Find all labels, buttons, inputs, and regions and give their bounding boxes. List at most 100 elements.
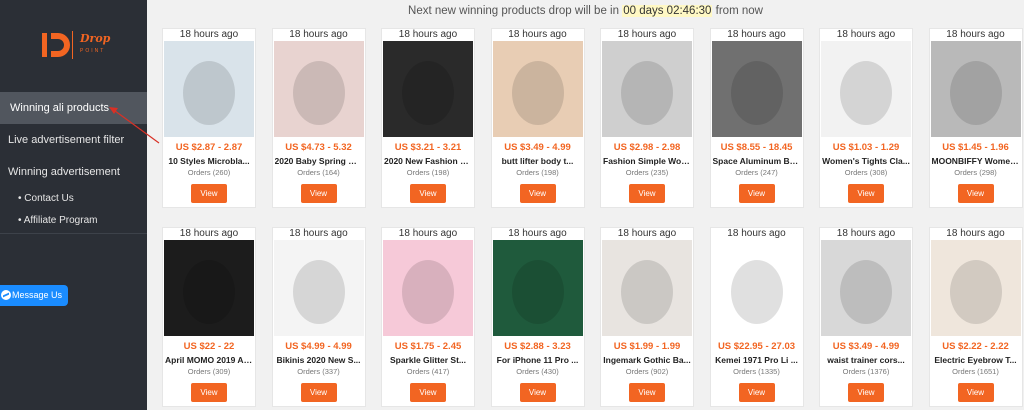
- product-price: US $22.95 - 27.03: [717, 341, 796, 352]
- product-photo-placeholder: [402, 61, 454, 125]
- product-card[interactable]: 18 hours ago US $1.45 - 1.96 MOONBIFFY Wom…: [928, 28, 1023, 208]
- product-photo-placeholder: [621, 61, 673, 125]
- phone-lanyard-image[interactable]: [383, 240, 473, 336]
- product-age: 18 hours ago: [179, 29, 239, 40]
- product-price: US $2.98 - 2.98: [613, 142, 681, 153]
- product-price: US $4.99 - 4.99: [285, 341, 352, 352]
- view-button[interactable]: View: [191, 383, 227, 402]
- view-button[interactable]: View: [629, 383, 665, 402]
- product-price: US $22 - 22: [183, 341, 235, 352]
- product-age: 18 hours ago: [836, 29, 896, 40]
- product-card[interactable]: 18 hours ago US $22 - 22 April MOMO 2019 A…: [162, 227, 256, 407]
- jacket-image[interactable]: [164, 240, 254, 336]
- product-card[interactable]: 18 hours ago US $3.21 - 3.21 2020 New Fash…: [381, 28, 475, 208]
- logo-mark-icon: [40, 30, 74, 60]
- product-price: US $1.45 - 1.96: [942, 142, 1009, 153]
- product-card[interactable]: 18 hours ago US $2.87 - 2.87 10 Styles Mic…: [162, 28, 256, 208]
- product-age: 18 hours ago: [508, 228, 567, 239]
- countdown-banner: Next new winning products drop will be i…: [147, 0, 1024, 22]
- product-card[interactable]: 18 hours ago US $22.95 - 27.03 Kemei 1971 …: [709, 227, 804, 407]
- product-card[interactable]: 18 hours ago US $1.99 - 1.99 Ingemark Goth…: [600, 227, 694, 407]
- view-button[interactable]: View: [957, 184, 994, 203]
- product-orders: Orders (902): [625, 367, 669, 376]
- nav-contact-us[interactable]: • Contact Us: [18, 193, 74, 204]
- product-orders: Orders (164): [297, 168, 340, 177]
- view-button[interactable]: View: [519, 184, 556, 203]
- product-orders: Orders (260): [187, 168, 231, 177]
- view-button[interactable]: View: [629, 184, 665, 203]
- product-orders: Orders (247): [735, 168, 778, 177]
- view-button[interactable]: View: [191, 184, 227, 203]
- view-button[interactable]: View: [738, 383, 775, 402]
- body-shaper-image[interactable]: [492, 41, 583, 137]
- knee-pad-image[interactable]: [383, 41, 473, 137]
- brand-logo[interactable]: Drop POINT: [40, 28, 110, 62]
- product-age: 18 hours ago: [398, 228, 458, 239]
- view-button[interactable]: View: [519, 383, 556, 402]
- product-photo-placeholder: [949, 260, 1002, 324]
- countdown-suffix: from now: [715, 5, 763, 17]
- eyebrow-trimmer-image[interactable]: [930, 240, 1021, 336]
- view-button[interactable]: View: [300, 184, 337, 203]
- phone-case-image[interactable]: [492, 240, 583, 336]
- shower-shelf-image[interactable]: [711, 41, 802, 137]
- view-button[interactable]: View: [738, 184, 775, 203]
- tights-image[interactable]: [821, 41, 911, 137]
- product-orders: Orders (198): [406, 168, 450, 177]
- sidebar-divider: [0, 233, 147, 234]
- product-orders: Orders (309): [187, 367, 231, 376]
- waist-trainer-image[interactable]: [821, 240, 911, 336]
- product-photo-placeholder: [730, 260, 783, 324]
- product-card[interactable]: 18 hours ago US $3.49 - 4.99 waist trainer…: [819, 227, 913, 407]
- product-photo-placeholder: [292, 61, 345, 125]
- countdown-timer: 00 days 02:46:30: [622, 5, 713, 17]
- product-title: April MOMO 2019 Au...: [165, 355, 253, 365]
- product-card[interactable]: 18 hours ago US $1.03 - 1.29 Women's Tight…: [819, 28, 913, 208]
- watch-image[interactable]: [602, 41, 692, 137]
- trimmer-image[interactable]: [711, 240, 802, 336]
- product-age: 18 hours ago: [398, 29, 458, 40]
- mesh-watch-image[interactable]: [930, 41, 1021, 137]
- necklace-image[interactable]: [602, 240, 692, 336]
- product-price: US $2.87 - 2.87: [175, 142, 243, 153]
- product-age: 18 hours ago: [836, 228, 896, 239]
- messenger-icon: [1, 290, 11, 300]
- view-button[interactable]: View: [957, 383, 994, 402]
- product-card[interactable]: 18 hours ago US $4.73 - 5.32 2020 Baby Spr…: [271, 28, 366, 208]
- nav-affiliate-program[interactable]: • Affiliate Program: [18, 215, 97, 226]
- product-title: waist trainer cors...: [827, 355, 905, 365]
- product-card[interactable]: 18 hours ago US $2.98 - 2.98 Fashion Simpl…: [600, 28, 694, 208]
- view-button[interactable]: View: [848, 383, 884, 402]
- product-price: US $4.73 - 5.32: [285, 142, 352, 153]
- product-title: Bikinis 2020 New S...: [276, 355, 361, 365]
- nav-contact-us-label: Contact Us: [24, 193, 74, 204]
- eyebrow-stencil-image[interactable]: [164, 41, 254, 137]
- product-photo-placeholder: [840, 260, 892, 324]
- product-title: Electric Eyebrow T...: [934, 355, 1017, 365]
- view-button[interactable]: View: [848, 184, 884, 203]
- messenger-button[interactable]: Message Us: [0, 285, 68, 306]
- product-photo-placeholder: [730, 61, 783, 125]
- product-card[interactable]: 18 hours ago US $8.55 - 18.45 Space Alumin…: [709, 28, 804, 208]
- nav-winning-advertisement[interactable]: Winning advertisement: [8, 166, 120, 178]
- product-card[interactable]: 18 hours ago US $4.99 - 4.99 Bikinis 2020 …: [271, 227, 366, 407]
- product-price: US $3.49 - 4.99: [504, 142, 571, 153]
- view-button[interactable]: View: [410, 184, 446, 203]
- product-card[interactable]: 18 hours ago US $2.88 - 3.23 For iPhone 11…: [490, 227, 585, 407]
- nav-affiliate-program-label: Affiliate Program: [23, 215, 98, 226]
- product-age: 18 hours ago: [946, 228, 1005, 239]
- product-age: 18 hours ago: [289, 29, 348, 40]
- product-card[interactable]: 18 hours ago US $1.75 - 2.45 Sparkle Glitt…: [381, 227, 475, 407]
- baby-clothes-image[interactable]: [273, 41, 364, 137]
- view-button[interactable]: View: [410, 383, 446, 402]
- product-title: Space Aluminum Bat...: [712, 156, 801, 166]
- product-photo-placeholder: [840, 61, 892, 125]
- product-card[interactable]: 18 hours ago US $3.49 - 4.99 butt lifter b…: [490, 28, 585, 208]
- view-button[interactable]: View: [300, 383, 337, 402]
- product-price: US $3.49 - 4.99: [832, 341, 900, 352]
- product-card[interactable]: 18 hours ago US $2.22 - 2.22 Electric Eyeb…: [928, 227, 1023, 407]
- product-title: MOONBIFFY Women Wa...: [931, 156, 1020, 166]
- product-price: US $2.22 - 2.22: [942, 341, 1009, 352]
- product-photo-placeholder: [292, 260, 345, 324]
- bikini-image[interactable]: [273, 240, 364, 336]
